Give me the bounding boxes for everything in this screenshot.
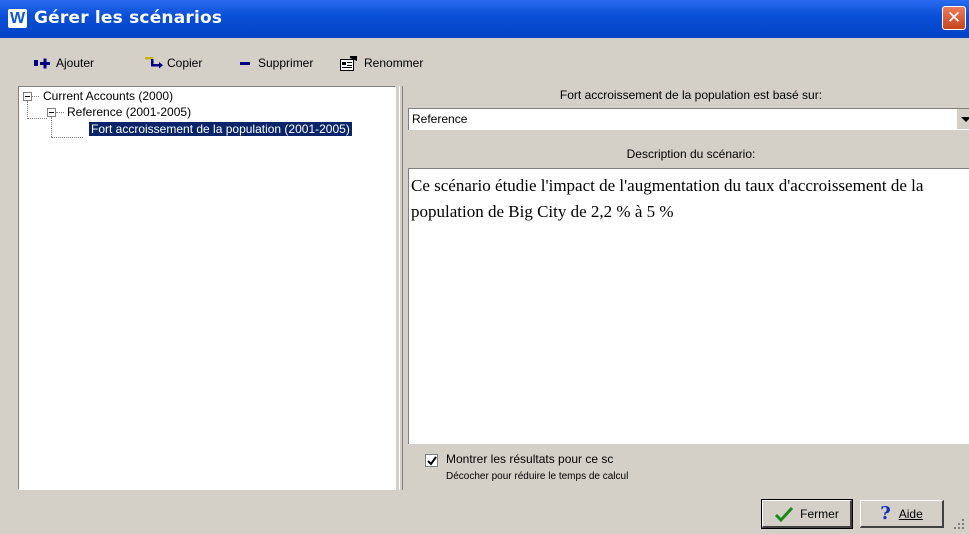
tree-item-high-population-growth[interactable]: Fort accroissement de la population (200… [88, 121, 353, 137]
tree-collapse-toggle[interactable] [47, 108, 56, 117]
show-results-hint: Décocher pour réduire le temps de calcul [446, 471, 629, 482]
window-title: Gérer les scénarios [34, 8, 223, 28]
tree-item-reference[interactable]: Reference (2001-2005) [67, 105, 191, 119]
help-icon: ? [880, 503, 891, 524]
pane-splitter[interactable] [396, 86, 408, 490]
delete-label: Supprimer [258, 56, 314, 70]
close-icon: ✕ [946, 8, 962, 28]
tree-connector [56, 112, 64, 113]
tree-item-current-accounts[interactable]: Current Accounts (2000) [43, 89, 173, 103]
rename-label: Renommer [364, 56, 424, 70]
checkmark-icon [427, 456, 437, 466]
minus-icon [240, 56, 252, 70]
resize-grip-icon[interactable] [953, 518, 965, 530]
close-button[interactable]: Fermer [761, 499, 853, 529]
add-button[interactable]: Ajouter [34, 52, 94, 74]
rename-button[interactable]: Renommer [340, 52, 423, 74]
tree-connector [27, 101, 28, 119]
based-on-value: Reference [412, 112, 468, 126]
description-label: Description du scénario: [626, 147, 756, 161]
tree-connector [27, 118, 47, 119]
help-button[interactable]: ? Aide [860, 500, 944, 528]
tree-connector [51, 137, 83, 138]
show-results-checkbox[interactable] [425, 454, 438, 467]
based-on-label: Fort accroissement de la population est … [559, 88, 823, 102]
copy-button[interactable]: Copier [145, 52, 202, 74]
description-textarea[interactable]: Ce scénario étudie l'impact de l'augment… [408, 168, 969, 444]
add-label: Ajouter [56, 56, 95, 70]
tree-collapse-toggle[interactable] [23, 92, 32, 101]
app-icon: W [8, 9, 27, 28]
description-text: Ce scénario étudie l'impact de l'augment… [411, 176, 924, 221]
help-button-label: Aide [898, 506, 923, 521]
close-button-label: Fermer [800, 506, 839, 521]
toolbar: Ajouter Copier Supprimer Renommer [0, 38, 969, 82]
checkmark-icon [775, 506, 794, 522]
copy-icon [145, 56, 163, 70]
delete-button[interactable]: Supprimer [240, 52, 313, 74]
tree-connector [32, 96, 39, 97]
add-icon [34, 56, 50, 70]
show-results-label: Montrer les résultats pour ce sc [446, 452, 614, 466]
title-bar: W Gérer les scénarios ✕ [0, 0, 969, 38]
close-window-button[interactable]: ✕ [942, 6, 966, 30]
based-on-select[interactable]: Reference [408, 108, 969, 130]
dropdown-arrow-icon[interactable] [956, 109, 969, 129]
copy-label: Copier [167, 56, 203, 70]
scenario-tree[interactable]: Current Accounts (2000) Reference (2001-… [18, 86, 396, 490]
tree-connector [51, 117, 52, 137]
rename-icon [340, 56, 358, 71]
